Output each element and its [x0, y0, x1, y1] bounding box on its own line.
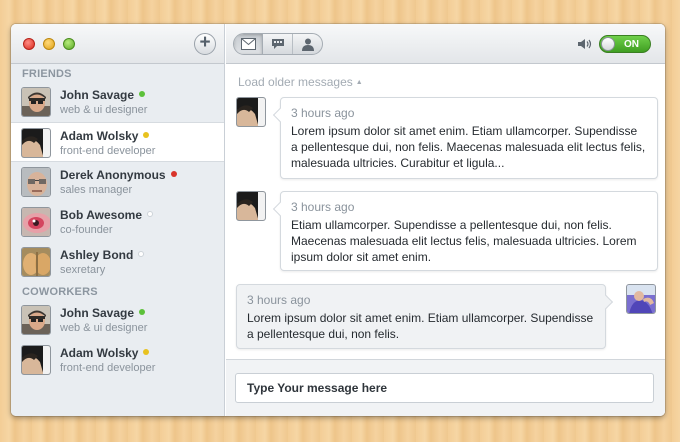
- triangle-up-icon: ▲: [355, 79, 363, 86]
- contact-name: Derek Anonymous: [60, 168, 177, 182]
- avatar: [21, 167, 51, 197]
- message-text: Etiam ullamcorper. Supendisse a pellente…: [291, 218, 637, 264]
- status-online-icon: [139, 309, 146, 315]
- contact-item-john-savage-coworker[interactable]: John Savage web & ui designer: [11, 300, 224, 340]
- contact-name: Ashley Bond: [60, 248, 145, 262]
- contact-role: web & ui designer: [60, 104, 148, 116]
- load-older-label: Load older messages: [238, 75, 353, 89]
- message-avatar-self: [626, 284, 656, 314]
- contact-role: web & ui designer: [60, 322, 148, 334]
- sound-toggle[interactable]: ON: [599, 35, 651, 53]
- add-contact-button[interactable]: +: [194, 33, 216, 55]
- message-bubble: 3 hours ago Etiam ullamcorper. Supendiss…: [272, 191, 658, 271]
- message-text: Lorem ipsum dolor sit amet enim. Etiam u…: [291, 124, 646, 170]
- contact-name: John Savage: [60, 88, 146, 102]
- tab-messages[interactable]: [234, 34, 263, 54]
- bubble-tail: [272, 201, 288, 217]
- toggle-knob: [601, 37, 615, 51]
- plus-icon: +: [199, 32, 211, 53]
- person-icon: [302, 38, 314, 51]
- conversation-toolbar: ON: [226, 24, 665, 64]
- contact-item-ashley-bond[interactable]: Ashley Bond sexretary: [11, 242, 224, 282]
- contact-name: John Savage: [60, 306, 146, 320]
- message-bubble: 3 hours ago Lorem ipsum dolor sit amet e…: [272, 97, 658, 179]
- contact-name: Bob Awesome: [60, 208, 154, 222]
- avatar: [21, 305, 51, 335]
- bubble-tail: [598, 294, 614, 310]
- view-tabs: [233, 33, 323, 55]
- conversation-panel: ON Load older messages ▲ 3 hours ago Lore…: [226, 24, 665, 416]
- message-avatar: [236, 191, 266, 221]
- minimize-window-button[interactable]: [43, 38, 55, 50]
- message-time: 3 hours ago: [291, 200, 355, 214]
- contacts-sidebar: + FRIENDS John Savage web & ui designer: [11, 24, 225, 416]
- avatar: [21, 345, 51, 375]
- message-text: Lorem ipsum dolor sit amet enim. Etiam u…: [247, 311, 594, 341]
- status-away-icon: [143, 132, 150, 138]
- message-bubble-self: 3 hours ago Lorem ipsum dolor sit amet e…: [236, 284, 614, 349]
- section-label-friends: FRIENDS: [22, 68, 72, 80]
- message-composer: [226, 359, 665, 416]
- contact-role: front-end developer: [60, 145, 156, 157]
- avatar: [21, 128, 51, 158]
- status-online-icon: [139, 91, 146, 97]
- section-label-coworkers: COWORKERS: [22, 286, 98, 298]
- contact-item-adam-wolsky-coworker[interactable]: Adam Wolsky front-end developer: [11, 340, 224, 380]
- message-input[interactable]: [235, 373, 654, 403]
- status-busy-icon: [170, 171, 177, 177]
- chat-bubble-icon: [272, 39, 284, 49]
- avatar: [21, 87, 51, 117]
- contact-role: co-founder: [60, 224, 113, 236]
- status-offline-icon: [147, 211, 154, 217]
- contact-item-derek-anonymous[interactable]: Derek Anonymous sales manager: [11, 162, 224, 202]
- zoom-window-button[interactable]: [63, 38, 75, 50]
- chat-window: + FRIENDS John Savage web & ui designer: [11, 24, 665, 416]
- avatar: [21, 247, 51, 277]
- contact-name: Adam Wolsky: [60, 346, 150, 360]
- contact-role: sales manager: [60, 184, 133, 196]
- message-avatar: [236, 97, 266, 127]
- contact-item-adam-wolsky[interactable]: Adam Wolsky front-end developer: [11, 122, 224, 162]
- tab-chat[interactable]: [264, 34, 293, 54]
- contact-name: Adam Wolsky: [60, 129, 150, 143]
- close-window-button[interactable]: [23, 38, 35, 50]
- contact-item-john-savage[interactable]: John Savage web & ui designer: [11, 82, 224, 122]
- load-older-messages-link[interactable]: Load older messages ▲: [238, 75, 363, 89]
- envelope-icon: [241, 38, 256, 50]
- status-offline-icon: [138, 251, 145, 257]
- status-away-icon: [143, 349, 150, 355]
- avatar: [21, 207, 51, 237]
- tab-profile[interactable]: [294, 34, 322, 54]
- contact-role: front-end developer: [60, 362, 156, 374]
- contact-role: sexretary: [60, 264, 106, 276]
- sidebar-titlebar: +: [11, 24, 224, 64]
- toggle-label: ON: [624, 39, 639, 50]
- speaker-icon[interactable]: [577, 38, 593, 50]
- message-time: 3 hours ago: [291, 106, 355, 120]
- message-time: 3 hours ago: [247, 293, 311, 307]
- contact-item-bob-awesome[interactable]: Bob Awesome co-founder: [11, 202, 224, 242]
- bubble-tail: [272, 107, 288, 123]
